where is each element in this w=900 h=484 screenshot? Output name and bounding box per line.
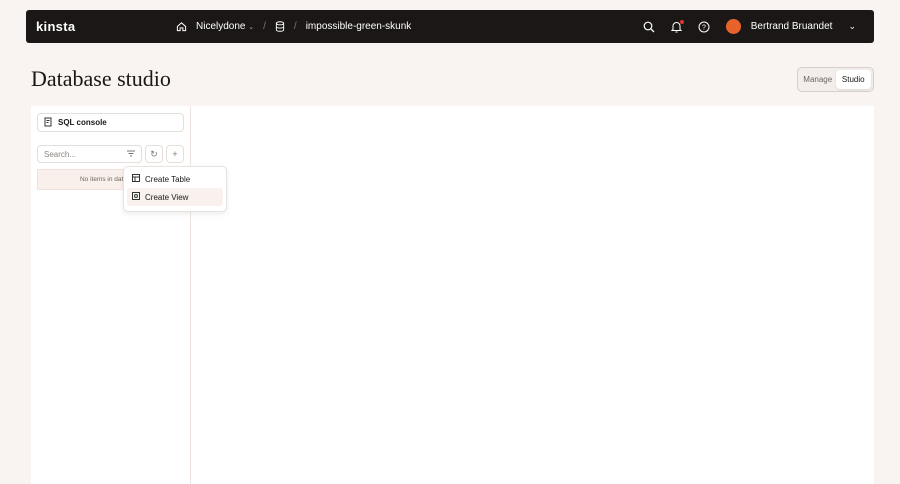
chevron-down-icon[interactable]: ⌄	[848, 21, 856, 32]
company-name: Nicelydone	[196, 21, 246, 32]
page-title: Database studio	[31, 66, 171, 91]
svg-text:?: ?	[702, 24, 706, 31]
top-nav: kinsta Nicelydone ⌄ / / impossible-green…	[26, 10, 874, 43]
menu-item-label: Create Table	[145, 174, 191, 184]
breadcrumb-separator: /	[263, 21, 266, 32]
add-button[interactable]: +	[166, 145, 184, 163]
search-input[interactable]: Search...	[37, 145, 142, 163]
help-icon[interactable]: ?	[698, 21, 710, 33]
table-icon	[132, 174, 140, 184]
company-selector[interactable]: Nicelydone ⌄	[196, 21, 254, 32]
studio-panel: SQL console Search... ↻ + No items in da…	[31, 106, 874, 484]
search-icon[interactable]	[643, 21, 655, 33]
search-placeholder: Search...	[44, 149, 77, 159]
sql-console-button[interactable]: SQL console	[37, 113, 184, 132]
refresh-icon: ↻	[150, 148, 158, 159]
chevron-down-icon: ⌄	[248, 24, 255, 31]
avatar[interactable]	[725, 19, 741, 34]
breadcrumb-separator: /	[293, 21, 297, 32]
plus-icon: +	[172, 149, 178, 159]
notification-dot	[679, 19, 684, 24]
bell-icon[interactable]	[670, 19, 684, 33]
user-name[interactable]: Bertrand Bruandet	[751, 21, 833, 32]
sql-file-icon	[44, 117, 53, 129]
sql-console-label: SQL console	[58, 118, 107, 127]
menu-item-create-table[interactable]: Create Table	[127, 170, 223, 188]
breadcrumb: Nicelydone ⌄ / / impossible-green-skunk	[176, 10, 411, 43]
create-menu: Create Table Create View	[123, 166, 227, 212]
filter-icon[interactable]	[127, 150, 135, 159]
home-icon[interactable]	[176, 21, 187, 32]
sidebar: SQL console Search... ↻ + No items in da…	[31, 106, 191, 484]
database-name[interactable]: impossible-green-skunk	[306, 21, 412, 32]
tab-manage[interactable]: Manage	[800, 70, 836, 89]
menu-item-create-view[interactable]: Create View	[127, 188, 223, 206]
database-icon[interactable]	[275, 21, 285, 32]
view-icon	[132, 192, 140, 202]
tab-studio[interactable]: Studio	[835, 70, 871, 89]
kinsta-logo[interactable]: kinsta	[36, 19, 75, 34]
menu-item-label: Create View	[145, 192, 189, 202]
refresh-button[interactable]: ↻	[145, 145, 163, 163]
view-toggle: Manage Studio	[797, 67, 874, 92]
